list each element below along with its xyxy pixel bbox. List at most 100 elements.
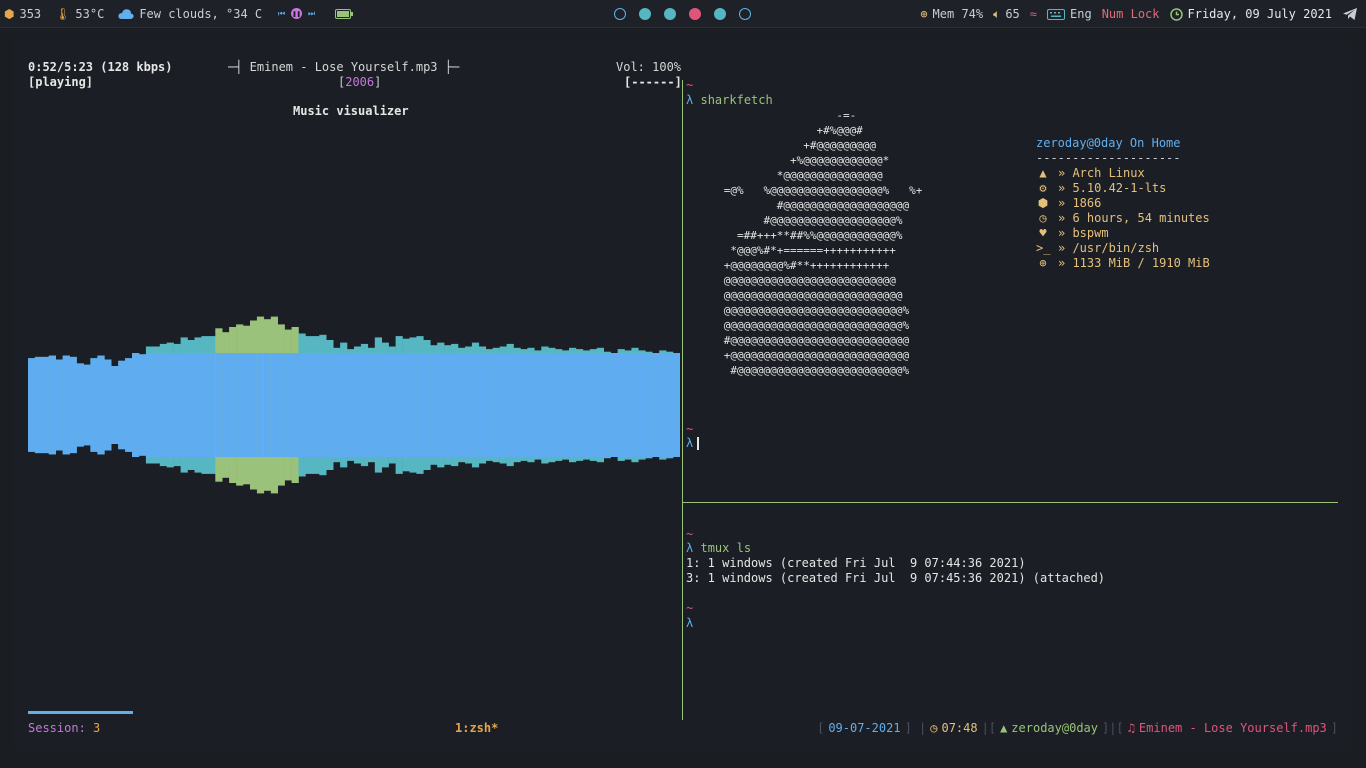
visualizer-bar-core xyxy=(617,353,625,457)
ascii-art-line: =##+++**##%%@@@@@@@@@@@@% xyxy=(684,229,903,242)
visualizer-bar-core xyxy=(555,353,563,457)
fetch-os-row: ▲ » Arch Linux xyxy=(1036,166,1210,181)
ascii-art-line: #@@@@@@@@@@@@@@@@@@@@@@@@@% xyxy=(684,364,910,377)
workspace-3[interactable] xyxy=(664,8,676,20)
visualizer-bar-core xyxy=(673,353,680,457)
visualizer-bar-core xyxy=(465,353,473,457)
visualizer-bar-core xyxy=(187,353,195,457)
tmux-status-right: [09-07-2021] | ◷ 07:48 |[ ▲ zeroday@0day]|[… xyxy=(817,721,1338,735)
temperature-value: 53°C xyxy=(75,6,105,21)
volume-widget[interactable]: 🔈︎ 65 xyxy=(993,7,1020,22)
visualizer-bar-core xyxy=(416,353,424,457)
track-year-value: 2006 xyxy=(345,75,375,89)
visualizer-bar-core xyxy=(277,353,285,457)
visualizer-bar-core xyxy=(478,353,487,457)
memory-icon: ⊕ xyxy=(1039,256,1047,270)
temperature-widget: 🌡︎ 53°C xyxy=(55,7,104,21)
visualizer-bar-core xyxy=(582,353,591,457)
tmux-window-name[interactable]: 1:zsh* xyxy=(455,721,498,735)
visualizer-bar-core xyxy=(236,353,244,457)
visualizer-bar-core xyxy=(527,353,535,457)
thermometer-icon: 🌡︎ xyxy=(55,6,71,21)
visualizer-bar-core xyxy=(173,353,181,457)
bracket-open-2: |[ xyxy=(981,721,997,735)
next-track-icon[interactable]: ⏭︎ xyxy=(306,8,317,19)
visualizer-bar-core xyxy=(159,353,167,457)
fetch-uptime: » 6 hours, 54 minutes xyxy=(1058,211,1210,225)
keyboard-layout[interactable]: Eng xyxy=(1047,7,1092,21)
ascii-art-line: -=- xyxy=(684,109,857,122)
visualizer-bar-core xyxy=(333,353,341,457)
visualizer-bar-core xyxy=(250,353,258,457)
keyboard-layout-text: Eng xyxy=(1070,7,1092,21)
visualizer-bar-core xyxy=(631,353,639,457)
ascii-art-line: @@@@@@@@@@@@@@@@@@@@@@@@@@@ xyxy=(684,289,903,302)
music-note-icon: ♫ xyxy=(1127,721,1135,735)
visualizer-bar-core xyxy=(451,353,459,457)
command-text-3: tmux ls xyxy=(700,541,752,555)
workspace-1[interactable] xyxy=(614,8,626,20)
bracket-open: [ xyxy=(817,721,825,735)
telegram-icon[interactable] xyxy=(1342,7,1358,21)
visualizer-bar-core xyxy=(340,353,348,457)
status-user: zeroday@0day xyxy=(1011,721,1098,735)
visualizer-bar-core xyxy=(326,353,334,457)
wifi-icon[interactable]: ≈ xyxy=(1030,7,1037,21)
visualizer-bar-core xyxy=(28,358,36,452)
ascii-art-line: =@% %@@@@@@@@@@@@@@@@@% %+ xyxy=(684,184,923,197)
visualizer-bar-core xyxy=(83,364,91,446)
terminal-pane[interactable]: ~ λ sharkfetch -=- +#%@@@# +#@@@@@@@@@ +… xyxy=(684,40,1344,750)
visualizer-bar-core xyxy=(471,353,480,457)
visualizer-bar-core xyxy=(423,353,431,457)
visualizer-bar-core xyxy=(69,356,77,454)
prompt-line-2[interactable]: λ xyxy=(686,436,700,450)
numlock-indicator: Num Lock xyxy=(1101,7,1160,21)
workspace-2[interactable] xyxy=(639,8,651,20)
package-updates[interactable]: ⬢ 353 xyxy=(4,7,41,21)
visualizer-bar-core xyxy=(305,353,313,457)
visualizer-bar-core xyxy=(541,353,549,457)
prompt-dir-2: ~ xyxy=(686,422,694,436)
visualizer-bar-core xyxy=(347,353,355,457)
workspace-6[interactable] xyxy=(739,8,751,20)
fetch-memory-row: ⊕ » 1133 MiB / 1910 MiB xyxy=(1036,256,1209,271)
previous-track-icon[interactable]: ⏮︎ xyxy=(276,8,287,19)
visualizer-bar-core xyxy=(62,355,70,455)
volume-label: Vol: 100% xyxy=(616,60,682,74)
visualizer-bar-core xyxy=(48,355,56,455)
visualizer-bar-core xyxy=(263,353,271,457)
status-song: Eminem - Lose Yourself.mp3 xyxy=(1138,721,1327,735)
visualizer-bar-core xyxy=(41,356,50,454)
prompt-line-4[interactable]: λ xyxy=(686,616,693,630)
command-text: sharkfetch xyxy=(700,93,773,107)
visualizer-bar-core xyxy=(659,353,667,457)
ascii-art-line: @@@@@@@@@@@@@@@@@@@@@@@@@@@% xyxy=(684,319,910,332)
workspace-4[interactable] xyxy=(689,8,701,20)
clock-icon: ◷ xyxy=(1039,211,1047,225)
clock-icon xyxy=(1169,7,1183,21)
bracket-close: ] | xyxy=(904,721,927,735)
playback-time: 0:52/5:23 (128 kbps) xyxy=(28,60,173,74)
visualizer-bar-core xyxy=(534,353,542,457)
visualizer-bar-core xyxy=(603,353,611,457)
music-player-pane[interactable]: 0:52/5:23 (128 kbps) [playing] ─┤ Eminem… xyxy=(14,40,682,750)
tmux-output-2: 3: 1 windows (created Fri Jul 9 07:45:36… xyxy=(686,571,1106,585)
visualizer-title: Music visualizer xyxy=(293,104,409,118)
fetch-os: » Arch Linux xyxy=(1058,166,1145,180)
workspace-5[interactable] xyxy=(714,8,726,20)
clock-widget[interactable]: Friday, 09 July 2021 xyxy=(1169,7,1333,21)
pause-icon[interactable]: ❚❚ xyxy=(291,8,303,19)
panel-left: ⬢ 353 🌡︎ 53°C Few clouds, °34 C ⏮︎ ❚❚ ⏭︎ xyxy=(0,7,361,21)
visualizer-bar-core xyxy=(666,353,674,457)
pane-divider-vertical[interactable] xyxy=(682,80,683,720)
volume-value: 65 xyxy=(1005,7,1020,21)
clock-text: Friday, 09 July 2021 xyxy=(1187,7,1333,21)
fetch-wm: » bspwm xyxy=(1058,226,1109,240)
volume-bar[interactable]: [------] xyxy=(624,75,682,89)
playback-progress-bar[interactable] xyxy=(28,711,133,714)
visualizer-bar-core xyxy=(374,353,382,457)
heart-icon: ♥ xyxy=(1039,226,1047,240)
arch-icon: ▲ xyxy=(1000,721,1008,735)
cloud-icon xyxy=(118,8,134,19)
visualizer-bar-core xyxy=(402,353,410,457)
